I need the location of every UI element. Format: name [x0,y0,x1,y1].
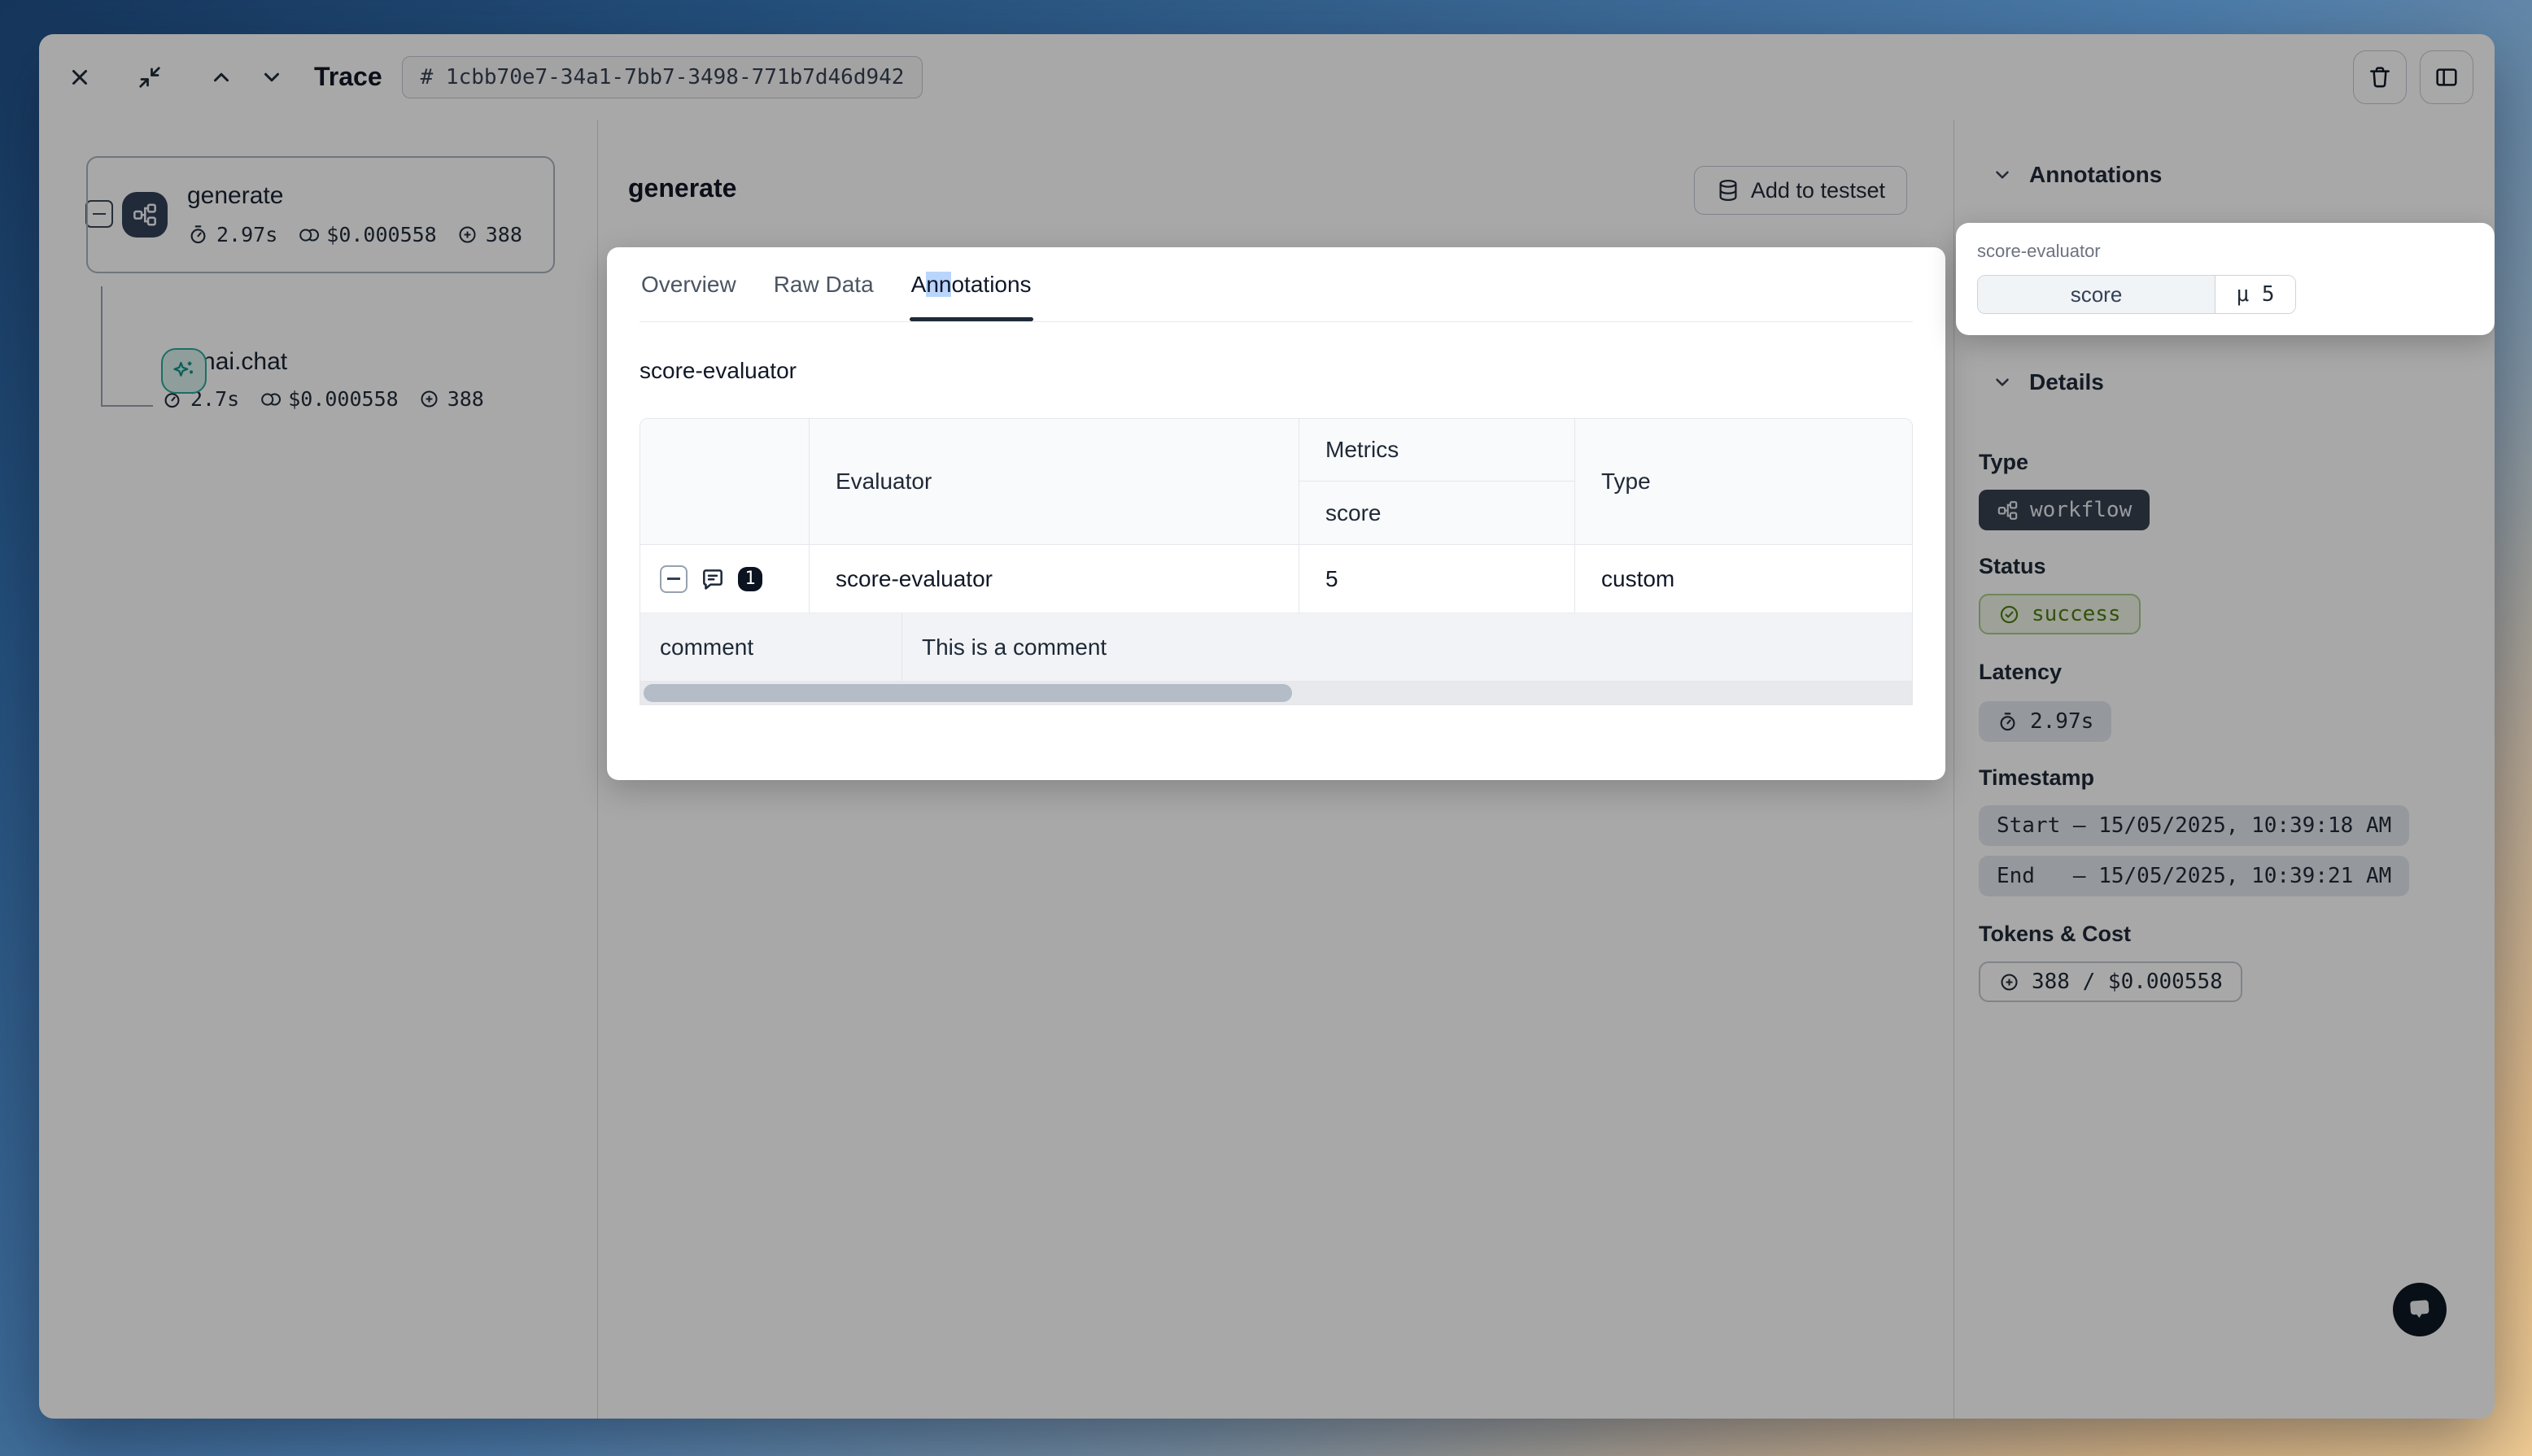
tab-annotations-label: Annotations [911,272,1032,298]
row-checkbox-indeterminate[interactable] [660,565,688,593]
header-metrics: Metrics [1299,419,1574,482]
comment-count-badge: 1 [738,567,762,591]
metric-name: score [1978,276,2216,313]
tab-overview[interactable]: Overview [640,247,738,321]
table-header: Evaluator Metrics score Type [640,419,1912,545]
comment-row: comment This is a comment [640,613,1912,682]
minus-icon [667,578,680,580]
score-metric-pill[interactable]: score μ 5 [1977,275,2296,314]
comment-label: comment [640,613,902,681]
tab-raw-data-label: Raw Data [774,272,874,298]
annotations-table: Evaluator Metrics score Type 1 [640,418,1913,705]
metric-value: μ 5 [2216,276,2295,313]
tab-bar: Overview Raw Data Annotations [640,247,1913,322]
row-tools: 1 [640,545,810,612]
tab-raw-data[interactable]: Raw Data [772,247,875,321]
cell-evaluator: score-evaluator [810,545,1299,612]
evaluator-section-title: score-evaluator [640,358,1913,384]
comment-button[interactable] [699,565,727,593]
scrollbar-thumb[interactable] [644,684,1292,702]
horizontal-scrollbar [640,682,1912,704]
header-type: Type [1575,419,1912,544]
score-evaluator-label: score-evaluator [1977,241,2495,262]
header-evaluator: Evaluator [810,419,1299,544]
comment-icon [700,566,726,592]
text-selection-highlight: nn [926,272,951,297]
comment-text: This is a comment [902,613,1912,681]
table-row: 1 score-evaluator 5 custom [640,545,1912,613]
header-metric-score: score [1299,482,1574,544]
tab-annotations[interactable]: Annotations [910,247,1033,321]
trace-drawer-window: Trace # 1cbb70e7-34a1-7bb7-3498-771b7d46… [39,34,2495,1419]
annotations-tab-card: Overview Raw Data Annotations score-eval… [607,247,1945,780]
cell-type: custom [1575,545,1912,612]
score-evaluator-card: score-evaluator score μ 5 [1956,223,2495,335]
header-select-column [640,419,810,544]
cell-score: 5 [1299,545,1575,612]
tab-overview-label: Overview [641,272,736,298]
